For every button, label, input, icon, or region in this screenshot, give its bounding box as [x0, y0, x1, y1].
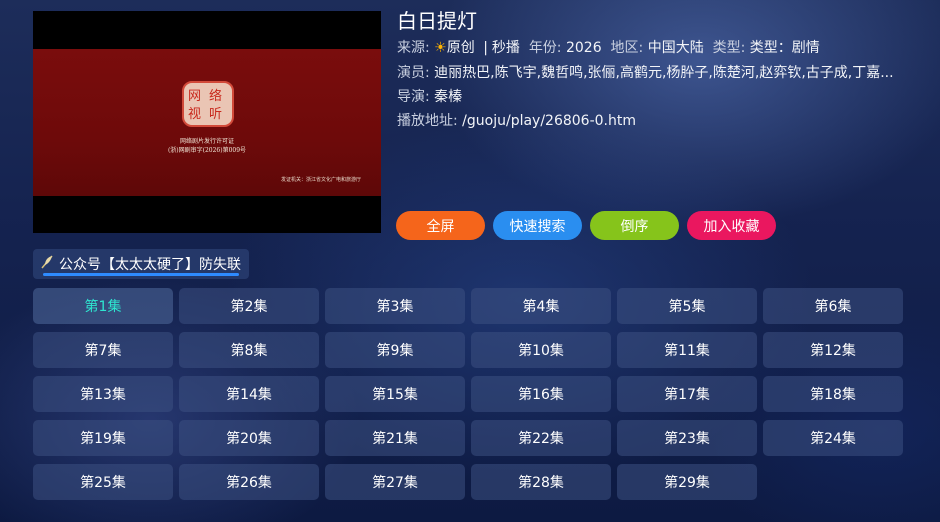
episode-button[interactable]: 第18集 — [763, 376, 903, 412]
episode-button[interactable]: 第27集 — [325, 464, 465, 500]
episode-button[interactable]: 第17集 — [617, 376, 757, 412]
episode-button[interactable]: 第1集 — [33, 288, 173, 324]
episode-button[interactable]: 第28集 — [471, 464, 611, 500]
year-value: 2026 — [565, 40, 602, 56]
episode-grid: 第1集 第2集 第3集 第4集 第5集 第6集 第7集 第8集 第9集 第10集 第11集 第12集第… — [33, 288, 903, 500]
episode-button[interactable]: 第6集 — [763, 288, 903, 324]
episode-button[interactable]: 第12集 — [763, 332, 903, 368]
episode-button[interactable]: 第22集 — [471, 420, 611, 456]
director-label: 导演: — [397, 89, 430, 105]
seal-glyphs: 网 络 视 听 — [188, 88, 222, 122]
source-label: 来源: — [397, 40, 430, 56]
type-value: 类型：剧情 — [749, 40, 820, 56]
sun-icon: ☀ — [434, 40, 447, 56]
notice-text: 公众号【太太太硬了】防失联 — [59, 257, 241, 273]
episode-button[interactable]: 第10集 — [471, 332, 611, 368]
svg-text:视: 视 — [188, 107, 201, 122]
episode-button[interactable]: 第16集 — [471, 376, 611, 412]
episode-button[interactable]: 第24集 — [763, 420, 903, 456]
feather-icon — [39, 254, 55, 274]
episode-button[interactable]: 第21集 — [325, 420, 465, 456]
action-buttons: 全屏 快速搜索 倒序 加入收藏 — [396, 211, 776, 240]
episode-button[interactable]: 第7集 — [33, 332, 173, 368]
quick-search-button[interactable]: 快速搜索 — [493, 211, 582, 240]
episode-button[interactable]: 第23集 — [617, 420, 757, 456]
url-value: /guoju/play/26806-0.htm — [462, 113, 636, 129]
fullscreen-button[interactable]: 全屏 — [396, 211, 485, 240]
cast-label: 演员: — [397, 65, 430, 81]
svg-text:络: 络 — [209, 88, 222, 104]
license-seal-logo: 网 络 视 听 — [182, 81, 234, 127]
license-line-2: (浙)网剧审字(2026)第009号 — [167, 147, 247, 154]
license-line-1: 网络剧片发行许可证 — [179, 138, 234, 145]
source-value: 原创 — [446, 40, 475, 56]
video-title: 白日提灯 — [397, 9, 477, 33]
svg-text:网: 网 — [188, 89, 201, 104]
episode-button[interactable]: 第14集 — [179, 376, 319, 412]
info-source-row: 来源: ☀原创 | 秒播 年份: 2026 地区: 中国大陆 类型: 类型：剧情 — [397, 37, 820, 57]
video-player[interactable]: 网 络 视 听 网络剧片发行许可证 (浙)网剧审字(2026)第009号 发证机… — [33, 11, 381, 233]
reverse-order-button[interactable]: 倒序 — [590, 211, 679, 240]
episode-button[interactable]: 第29集 — [617, 464, 757, 500]
info-cast-row: 演员: 迪丽热巴,陈飞宇,魏哲鸣,张俪,高鹤元,杨肸子,陈楚河,赵弈钦,古子成,… — [397, 62, 917, 82]
episode-button[interactable]: 第5集 — [617, 288, 757, 324]
cast-value: 迪丽热巴,陈飞宇,魏哲鸣,张俪,高鹤元,杨肸子,陈楚河,赵弈钦,古子成,丁嘉..… — [434, 65, 894, 81]
url-label: 播放地址: — [397, 113, 458, 129]
region-value: 中国大陆 — [647, 40, 704, 56]
notice-underline — [43, 273, 239, 276]
episode-button[interactable]: 第8集 — [179, 332, 319, 368]
episode-button[interactable]: 第20集 — [179, 420, 319, 456]
year-label: 年份: — [528, 40, 562, 56]
info-url-row: 播放地址: /guoju/play/26806-0.htm — [397, 110, 636, 130]
episode-button[interactable]: 第9集 — [325, 332, 465, 368]
info-director-row: 导演: 秦榛 — [397, 86, 462, 106]
episode-button[interactable]: 第13集 — [33, 376, 173, 412]
region-label: 地区: — [610, 40, 644, 56]
episode-button[interactable]: 第11集 — [617, 332, 757, 368]
episode-button[interactable]: 第15集 — [325, 376, 465, 412]
director-value: 秦榛 — [434, 89, 463, 105]
add-favorite-button[interactable]: 加入收藏 — [687, 211, 776, 240]
notice-tab[interactable]: 公众号【太太太硬了】防失联 — [33, 249, 249, 279]
svg-text:听: 听 — [209, 107, 222, 122]
episode-button[interactable]: 第25集 — [33, 464, 173, 500]
episode-button[interactable]: 第26集 — [179, 464, 319, 500]
episode-button[interactable]: 第19集 — [33, 420, 173, 456]
license-issuer: 发证机关：浙江省文化广电和旅游厅 — [280, 177, 361, 183]
video-frame: 网 络 视 听 网络剧片发行许可证 (浙)网剧审字(2026)第009号 发证机… — [33, 49, 381, 196]
type-label: 类型: — [712, 40, 746, 56]
source-separator: | — [483, 40, 488, 56]
episode-button[interactable]: 第3集 — [325, 288, 465, 324]
episode-button[interactable]: 第4集 — [471, 288, 611, 324]
source-extra: 秒播 — [491, 40, 520, 56]
episode-button[interactable]: 第2集 — [179, 288, 319, 324]
